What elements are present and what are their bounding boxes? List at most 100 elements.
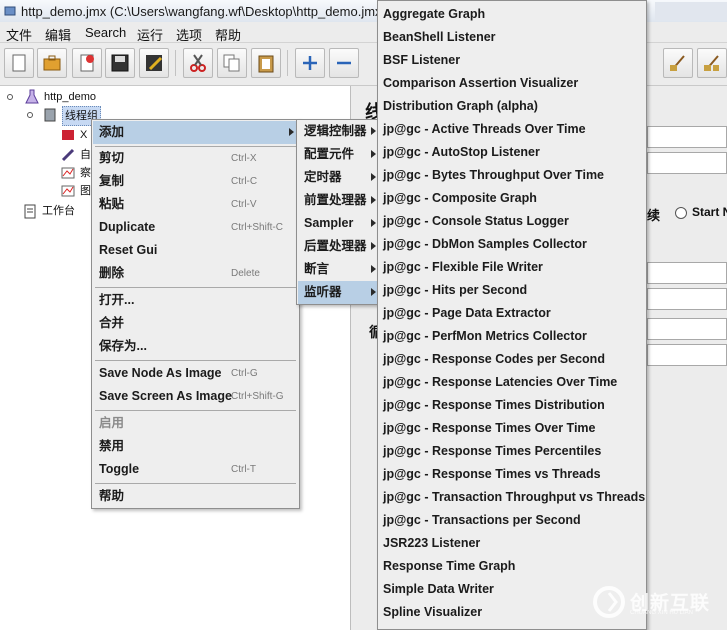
submenu-item-label: 定时器	[304, 170, 342, 184]
name-field[interactable]	[647, 126, 727, 148]
templates-button[interactable]	[37, 48, 67, 78]
listener-menu-item[interactable]: Comparison Assertion Visualizer	[378, 72, 644, 95]
listener-menu-item[interactable]: jp@gc - Response Times Percentiles	[378, 440, 644, 463]
submenu-item-timer[interactable]: 定时器	[298, 166, 378, 189]
submenu-item-sampler[interactable]: Sampler	[298, 212, 378, 235]
paste-button[interactable]	[251, 48, 281, 78]
menu-run[interactable]: 运行	[137, 25, 163, 44]
listener-menu-item[interactable]: jp@gc - Active Threads Over Time	[378, 118, 644, 141]
menu-edit[interactable]: 编辑	[45, 25, 71, 44]
listener-menu-item[interactable]: jp@gc - Console Status Logger	[378, 210, 644, 233]
menu-item-toggle[interactable]: Toggle Ctrl-T	[93, 458, 298, 481]
listener-menu-item[interactable]: jp@gc - Response Times Distribution	[378, 394, 644, 417]
menu-item-shortcut: Ctrl-X	[231, 153, 257, 164]
listener-menu-item[interactable]: jp@gc - Hits per Second	[378, 279, 644, 302]
watermark-logo: 创新互联 CHUANG XIN HU LIAN	[590, 583, 722, 619]
menu-item-paste[interactable]: 粘贴 Ctrl-V	[93, 193, 298, 216]
submenu-item-config-element[interactable]: 配置元件	[298, 143, 378, 166]
menu-item-duplicate[interactable]: Duplicate Ctrl+Shift-C	[93, 216, 298, 239]
listener-menu-item[interactable]: Response Time Graph	[378, 555, 644, 578]
menu-item-shortcut: Ctrl+Shift-C	[231, 222, 283, 233]
broom-icon	[670, 55, 685, 71]
listener-menu-item[interactable]: BeanShell Listener	[378, 26, 644, 49]
listener-menu-item[interactable]: jp@gc - Response Codes per Second	[378, 348, 644, 371]
save-button[interactable]	[105, 48, 135, 78]
listener-menu-item[interactable]: jp@gc - Flexible File Writer	[378, 256, 644, 279]
menu-item-delete[interactable]: 删除 Delete	[93, 262, 298, 285]
listener-menu-item[interactable]: JSR223 Listener	[378, 532, 644, 555]
menu-item-add[interactable]: 添加	[93, 121, 298, 144]
menu-item-copy[interactable]: 复制 Ctrl-C	[93, 170, 298, 193]
menu-item-open[interactable]: 打开...	[93, 289, 298, 312]
listener-menu-item[interactable]: jp@gc - Bytes Throughput Over Time	[378, 164, 644, 187]
title-bar-controls[interactable]	[655, 2, 727, 20]
listener-menu-item-label: jp@gc - Flexible File Writer	[383, 260, 543, 274]
menu-item-label: 合并	[99, 316, 125, 330]
submenu-item-pre-processor[interactable]: 前置处理器	[298, 189, 378, 212]
submenu-item-listener[interactable]: 监听器	[298, 281, 378, 304]
pipette-icon	[61, 148, 75, 162]
menu-item-merge[interactable]: 合并	[93, 312, 298, 335]
expand-toggle-icon[interactable]	[26, 107, 42, 123]
listener-menu-item[interactable]: jp@gc - PerfMon Metrics Collector	[378, 325, 644, 348]
submenu-arrow-icon	[371, 265, 376, 273]
menu-item-label: 保存为...	[99, 339, 147, 353]
listener-menu-item[interactable]: jp@gc - Response Times Over Time	[378, 417, 644, 440]
submenu-item-assertion[interactable]: 断言	[298, 258, 378, 281]
expand-all-button[interactable]	[295, 48, 325, 78]
clear-all-button[interactable]	[697, 48, 727, 78]
listener-menu-item[interactable]: jp@gc - Transaction Throughput vs Thread…	[378, 486, 645, 509]
menu-item-label: 打开...	[99, 293, 135, 307]
listener-menu-item[interactable]: jp@gc - DbMon Samples Collector	[378, 233, 644, 256]
start-next-radio[interactable]	[674, 206, 688, 220]
menu-item-reset-gui[interactable]: Reset Gui	[93, 239, 298, 262]
menu-help[interactable]: 帮助	[215, 25, 241, 44]
loop-field[interactable]	[647, 318, 727, 340]
submenu-item-label: 前置处理器	[304, 193, 367, 207]
toolbar-separator	[287, 50, 288, 76]
cut-button[interactable]	[183, 48, 213, 78]
listener-menu-item[interactable]: BSF Listener	[378, 49, 644, 72]
menu-item-disable[interactable]: 禁用	[93, 435, 298, 458]
menu-item-help[interactable]: 帮助	[93, 485, 298, 508]
scissors-icon	[190, 54, 206, 72]
submenu-item-post-processor[interactable]: 后置处理器	[298, 235, 378, 258]
comment-field[interactable]	[647, 152, 727, 174]
save-as-button[interactable]	[139, 48, 169, 78]
listener-menu-item[interactable]: jp@gc - Composite Graph	[378, 187, 644, 210]
listener-menu-item[interactable]: Aggregate Graph	[378, 3, 644, 26]
listener-menu-item[interactable]: jp@gc - Page Data Extractor	[378, 302, 644, 325]
submenu-item-logic-controller[interactable]: 逻辑控制器	[298, 120, 378, 143]
menu-item-enable: 启用	[93, 412, 298, 435]
add-submenu: 逻辑控制器 配置元件 定时器 前置处理器 Sampler 后置处理器 断言 监听…	[296, 119, 380, 305]
listener-menu-item-label: jp@gc - Bytes Throughput Over Time	[383, 168, 605, 182]
copy-button[interactable]	[217, 48, 247, 78]
listener-menu-item[interactable]: jp@gc - Response Latencies Over Time	[378, 371, 644, 394]
menu-item-cut[interactable]: 剪切 Ctrl-X	[93, 147, 298, 170]
listener-menu-item[interactable]: jp@gc - Response Times vs Threads	[378, 463, 644, 486]
menu-search[interactable]: Search	[85, 25, 126, 40]
tree-label-listener-2: 图	[80, 185, 91, 197]
menu-file[interactable]: 文件	[6, 25, 32, 44]
clear-button[interactable]	[663, 48, 693, 78]
duration-field[interactable]	[647, 344, 727, 366]
menu-item-shortcut: Ctrl-T	[231, 464, 256, 475]
listener-menu-item[interactable]: jp@gc - Transactions per Second	[378, 509, 644, 532]
menu-item-label: 禁用	[99, 439, 125, 453]
menu-item-save-screen-image[interactable]: Save Screen As Image Ctrl+Shift-G	[93, 385, 298, 408]
expand-toggle-icon[interactable]	[6, 89, 22, 105]
open-button[interactable]	[72, 48, 102, 78]
collapse-all-button[interactable]	[329, 48, 359, 78]
submenu-item-label: 后置处理器	[304, 239, 367, 253]
menu-item-save-as[interactable]: 保存为...	[93, 335, 298, 358]
sampler-icon	[62, 130, 74, 140]
listener-menu-item[interactable]: jp@gc - AutoStop Listener	[378, 141, 644, 164]
menu-item-save-node-image[interactable]: Save Node As Image Ctrl-G	[93, 362, 298, 385]
threads-field[interactable]	[647, 262, 727, 284]
new-button[interactable]	[4, 48, 34, 78]
menu-item-shortcut: Ctrl-V	[231, 199, 257, 210]
minus-icon	[337, 61, 351, 65]
listener-menu-item[interactable]: Distribution Graph (alpha)	[378, 95, 644, 118]
menu-options[interactable]: 选项	[176, 25, 202, 44]
ramp-up-field[interactable]	[647, 288, 727, 310]
